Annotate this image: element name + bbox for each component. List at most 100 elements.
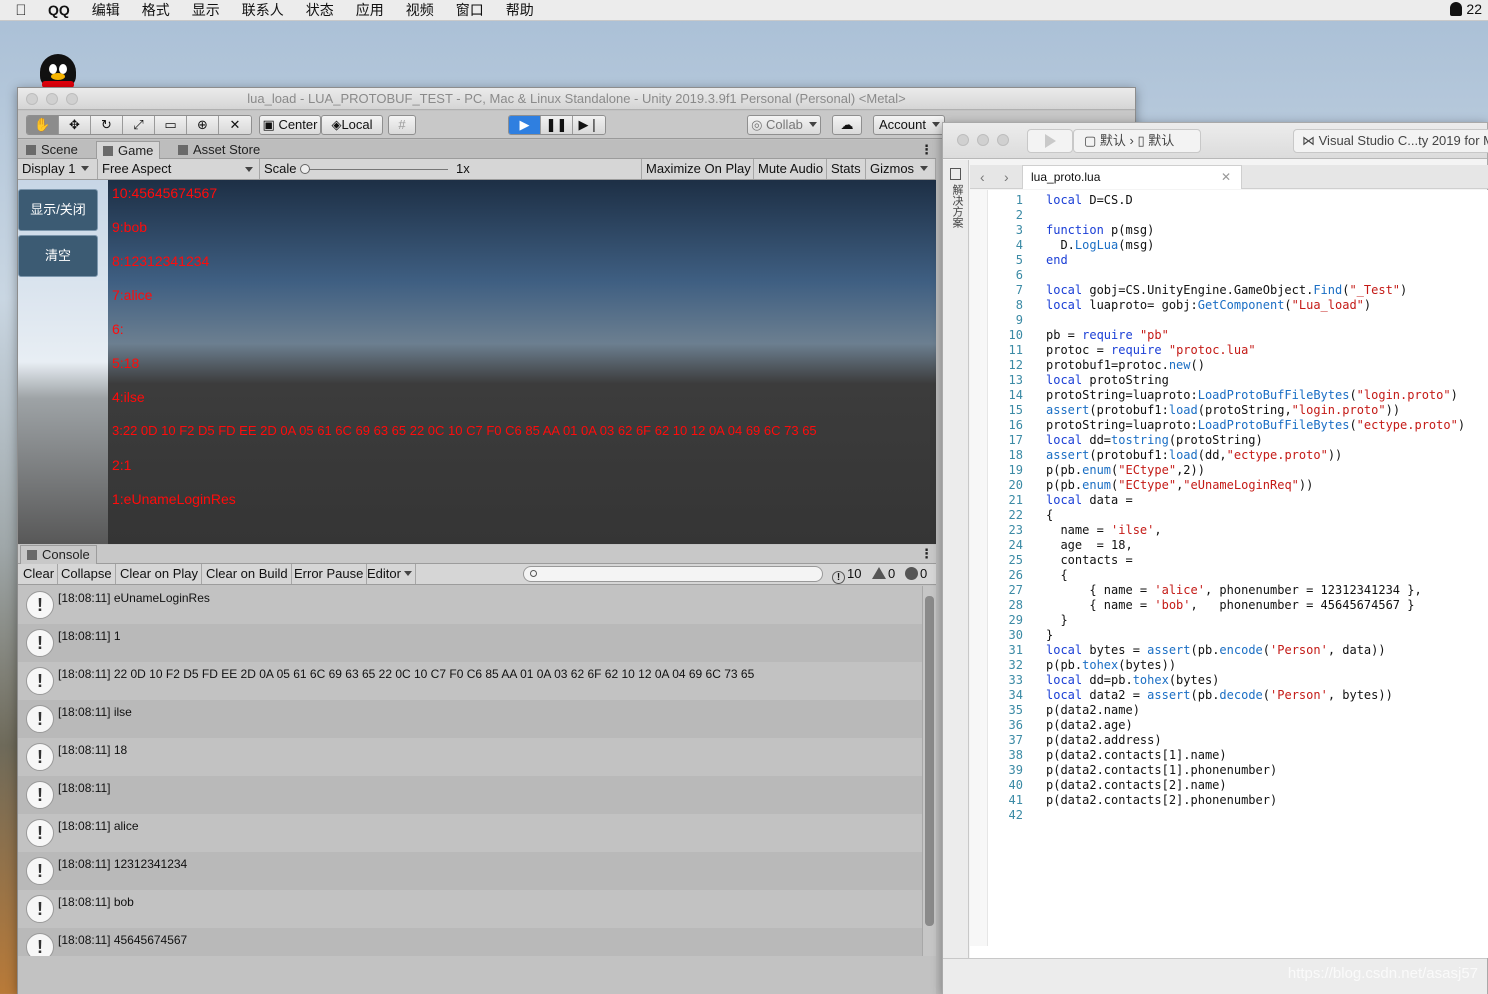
rect-tool-icon[interactable]: ▭ (155, 116, 187, 134)
menu-view[interactable]: 显示 (181, 0, 231, 20)
clear-log-button[interactable]: 清空 (18, 235, 98, 277)
menubar-status[interactable]: 22 (1450, 1, 1482, 17)
code-line: protoc = require "protoc.lua" (1046, 343, 1256, 357)
solution-icon[interactable] (950, 168, 961, 180)
tab-game[interactable]: Game (96, 141, 161, 159)
game-view[interactable]: 显示/关闭 清空 10:45645674567 9:bob 8:12312341… (18, 180, 936, 544)
vs-titlebar[interactable]: ▢ 默认 › ▯ 默认 ⋈ Visual Studio C...ty 2019 … (943, 123, 1488, 159)
scrollbar-thumb[interactable] (925, 596, 934, 926)
console-row[interactable]: ! [18:08:11] ilse (18, 700, 922, 738)
cloud-icon[interactable]: ☁ (832, 115, 862, 135)
clear-on-build-button[interactable]: Clear on Build (203, 564, 292, 584)
line-number: 30 (1008, 628, 1023, 642)
menu-contacts[interactable]: 联系人 (231, 0, 295, 20)
console-row-text: [18:08:11] 22 0D 10 F2 D5 FD EE 2D 0A 05… (58, 667, 755, 681)
info-icon: ! (26, 629, 54, 657)
transform-tool-icon[interactable]: ⊕ (187, 116, 219, 134)
run-button[interactable] (1027, 129, 1073, 153)
account-dropdown[interactable]: Account (873, 115, 945, 135)
vs-close-button[interactable] (957, 134, 969, 146)
grid-snap-icon[interactable]: # (388, 115, 416, 135)
line-number: 42 (1008, 808, 1023, 822)
console-row[interactable]: ! [18:08:11] 1 (18, 624, 922, 662)
clear-on-play-button[interactable]: Clear on Play (117, 564, 203, 584)
move-tool-icon[interactable]: ✥ (59, 116, 91, 134)
mute-audio-toggle[interactable]: Mute Audio (754, 159, 827, 179)
scale-slider[interactable] (304, 169, 448, 170)
collapse-button[interactable]: Collapse (58, 564, 116, 584)
menu-help[interactable]: 帮助 (495, 0, 545, 20)
vs-zoom-button[interactable] (997, 134, 1009, 146)
vs-status-box[interactable]: ⋈ Visual Studio C...ty 2019 for Ma (1293, 129, 1488, 153)
tab-lua-proto[interactable]: lua_proto.lua ✕ (1022, 165, 1242, 189)
console-row[interactable]: ! [18:08:11] 12312341234 (18, 852, 922, 890)
line-number: 15 (1008, 403, 1023, 417)
nav-back-icon[interactable]: ‹ (980, 169, 985, 185)
qq-penguin-icon[interactable] (38, 54, 78, 90)
menu-app-qq[interactable]: QQ (42, 2, 81, 18)
tab-scene[interactable]: Scene (20, 141, 84, 159)
code-line: { (1046, 568, 1068, 582)
code-editor[interactable]: 1 2 3 4 5 6 7 8 9 10 11 12 13 14 15 16 17 18 19 20 21 22 23 24 2… (970, 190, 1488, 958)
display-dropdown[interactable]: Display 1 (18, 159, 98, 179)
play-icon[interactable]: ▶ (509, 116, 541, 134)
close-tab-icon[interactable]: ✕ (1221, 166, 1231, 188)
device-label: 默认 (1148, 133, 1175, 148)
maximize-on-play-toggle[interactable]: Maximize On Play (642, 159, 754, 179)
console-row[interactable]: ! [18:08:11] bob (18, 890, 922, 928)
game-log-panel: 10:45645674567 9:bob 8:12312341234 7:ali… (110, 180, 936, 544)
gizmos-dropdown[interactable]: Gizmos (866, 159, 936, 179)
stats-toggle[interactable]: Stats (827, 159, 866, 179)
solution-pad-label[interactable]: 解决方案 (949, 184, 963, 228)
console-row[interactable]: ! [18:08:11] 45645674567 (18, 928, 922, 956)
line-number: 12 (1008, 358, 1023, 372)
error-pause-button[interactable]: Error Pause (291, 564, 368, 584)
console-row[interactable]: ! [18:08:11] 22 0D 10 F2 D5 FD EE 2D 0A 0… (18, 662, 922, 700)
aspect-dropdown[interactable]: Free Aspect (98, 159, 260, 179)
scale-tool-icon[interactable]: ⤢ (123, 116, 155, 134)
apple-icon[interactable]:  (0, 2, 42, 19)
close-button[interactable] (26, 93, 38, 105)
nav-forward-icon[interactable]: › (1004, 169, 1009, 185)
pause-icon[interactable]: ❚❚ (541, 116, 573, 134)
tab-console[interactable]: Console (20, 545, 97, 564)
toggle-display-button[interactable]: 显示/关闭 (18, 189, 98, 231)
menu-window[interactable]: 窗口 (445, 0, 495, 20)
vs-minimize-button[interactable] (977, 134, 989, 146)
error-count: 0 (920, 566, 928, 581)
rotate-tool-icon[interactable]: ↻ (91, 116, 123, 134)
tab-asset-store[interactable]: Asset Store (172, 141, 266, 159)
configuration-selector[interactable]: ▢ 默认 › ▯ 默认 (1073, 129, 1201, 153)
collab-dropdown[interactable]: ◎ Collab (747, 115, 821, 135)
pivot-center-button[interactable]: ▣ Center (259, 115, 321, 135)
unity-titlebar[interactable]: lua_load - LUA_PROTOBUF_TEST - PC, Mac &… (18, 88, 1135, 110)
minimize-button[interactable] (46, 93, 58, 105)
hand-tool-icon[interactable]: ✋ (27, 116, 59, 134)
console-search-input[interactable] (523, 566, 823, 582)
scale-slider-knob[interactable] (300, 164, 310, 174)
menu-format[interactable]: 格式 (131, 0, 181, 20)
pivot-local-button[interactable]: ◈Local (321, 115, 383, 135)
step-icon[interactable]: ▶❘ (573, 116, 605, 134)
console-row[interactable]: ! [18:08:11] (18, 776, 922, 814)
menu-apps[interactable]: 应用 (345, 0, 395, 20)
console-row[interactable]: ! [18:08:11] 18 (18, 738, 922, 776)
code-line: p(data2.name) (1046, 703, 1140, 717)
warning-count-toggle[interactable]: 0 (870, 564, 897, 584)
log-count-toggle[interactable]: ! 10 (830, 564, 863, 584)
error-count-toggle[interactable]: 0 (903, 564, 929, 584)
editor-dropdown[interactable]: Editor (364, 564, 416, 584)
menu-video[interactable]: 视频 (395, 0, 445, 20)
line-number: 5 (1015, 253, 1023, 267)
console-row[interactable]: ! [18:08:11] eUnameLoginRes (18, 586, 922, 624)
console-scrollbar[interactable] (922, 586, 936, 956)
console-row-text: [18:08:11] 12312341234 (58, 857, 188, 871)
zoom-button[interactable] (66, 93, 78, 105)
console-row[interactable]: ! [18:08:11] alice (18, 814, 922, 852)
code-line: p(data2.contacts[1].name) (1046, 748, 1227, 762)
clear-button[interactable]: Clear (20, 564, 59, 584)
code-line: } (1046, 628, 1054, 642)
menu-edit[interactable]: 编辑 (81, 0, 131, 20)
custom-tool-icon[interactable]: ✕ (219, 116, 251, 134)
menu-status[interactable]: 状态 (295, 0, 345, 20)
